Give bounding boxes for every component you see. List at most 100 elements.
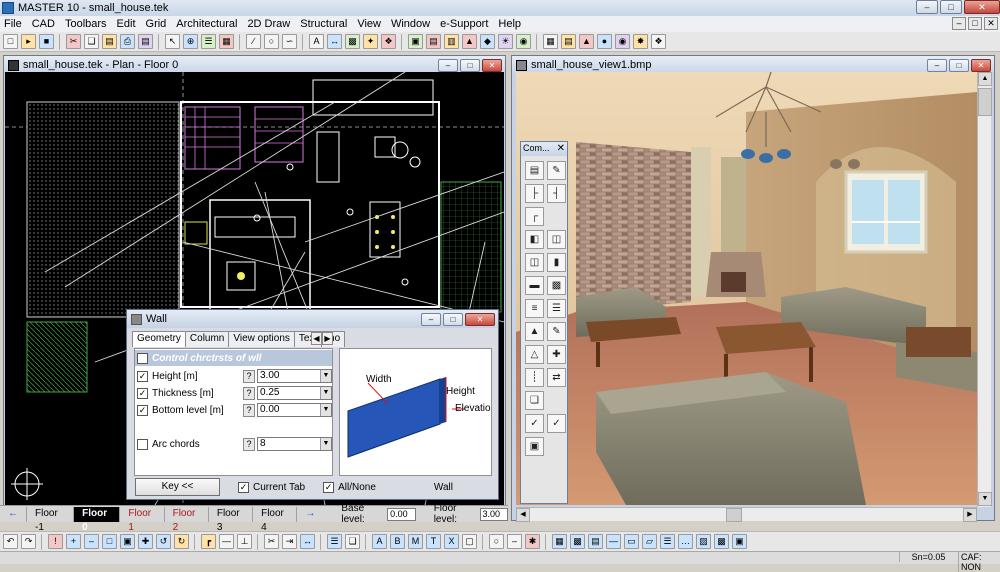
bottom-level-checkbox[interactable]: ✓ (137, 404, 148, 416)
print-icon[interactable]: ⎙ (120, 34, 135, 49)
sun-icon[interactable]: ✸ (633, 34, 648, 49)
minimize-button[interactable]: – (916, 0, 938, 14)
plan-view-icon[interactable]: ▣ (408, 34, 423, 49)
extend-icon[interactable]: ⇥ (282, 534, 297, 549)
chevron-down-icon[interactable]: ▼ (320, 387, 331, 399)
mdi-minimize-button[interactable]: – (952, 17, 966, 30)
menu-cad[interactable]: CAD (28, 18, 61, 30)
height-field[interactable]: 3.00 ▼ (257, 369, 332, 383)
snap-x-icon[interactable]: X (444, 534, 459, 549)
eyedropper-icon[interactable]: ✓ (525, 414, 544, 433)
menu-grid[interactable]: Grid (142, 18, 173, 30)
arc-chords-checkbox[interactable] (137, 438, 148, 450)
report-icon[interactable]: ▤ (561, 34, 576, 49)
grid-hatch-icon[interactable]: ▨ (696, 534, 711, 549)
wall-tool-icon[interactable]: ▤ (525, 161, 544, 180)
3d-view-icon[interactable]: ◆ (480, 34, 495, 49)
print-preview-icon[interactable]: ▤ (138, 34, 153, 49)
wall-close-button[interactable]: ✕ (465, 312, 495, 326)
arc-chords-field[interactable]: 8 ▼ (257, 437, 332, 451)
chevron-down-icon[interactable]: ▼ (320, 404, 331, 416)
grid-dash-icon[interactable]: — (606, 534, 621, 549)
hatch-icon[interactable]: ▩ (345, 34, 360, 49)
light-icon[interactable]: ◉ (615, 34, 630, 49)
all-none-checkbox[interactable]: ✓ (323, 481, 335, 493)
cut-icon[interactable]: ✂ (66, 34, 81, 49)
arc-chords-help-button[interactable]: ? (243, 437, 255, 451)
pan-icon[interactable]: ✚ (138, 534, 153, 549)
water-drop-icon[interactable]: ● (597, 34, 612, 49)
camera-icon[interactable]: ◉ (516, 34, 531, 49)
trim-icon[interactable]: ✂ (264, 534, 279, 549)
stop-icon[interactable]: ! (48, 534, 63, 549)
pencil-icon[interactable]: ✎ (547, 322, 566, 341)
snap-b-icon[interactable]: B (390, 534, 405, 549)
scroll-up-icon[interactable]: ▲ (978, 72, 992, 86)
grid-snap-icon[interactable]: ▩ (570, 534, 585, 549)
plan-minimize-button[interactable]: – (438, 58, 458, 72)
key-button[interactable]: Key << (135, 478, 220, 496)
render-icon[interactable]: ☀ (498, 34, 513, 49)
tab-floor-0[interactable]: Floor 0 (74, 506, 121, 533)
zoom-extents-icon[interactable]: ▣ (120, 534, 135, 549)
floor-scroll-left-icon[interactable]: ← (0, 506, 27, 522)
calculator-icon[interactable]: ▦ (543, 34, 558, 49)
bottom-level-help-button[interactable]: ? (243, 403, 255, 417)
grid-lines-icon[interactable]: ▤ (588, 534, 603, 549)
new-file-icon[interactable]: □ (3, 34, 18, 49)
zoom-previous-icon[interactable]: ↺ (156, 534, 171, 549)
grid-rect-icon[interactable]: ▭ (624, 534, 639, 549)
tab-floor-2[interactable]: Floor 2 (165, 506, 209, 533)
render-vertical-scrollbar[interactable]: ▲ ▼ (977, 72, 992, 507)
menu-help[interactable]: Help (494, 18, 527, 30)
opening-icon[interactable]: ◫ (525, 253, 544, 272)
thickness-checkbox[interactable]: ✓ (137, 387, 148, 399)
ortho-icon[interactable]: ┏ (201, 534, 216, 549)
text-icon[interactable]: A (309, 34, 324, 49)
symbol-icon[interactable]: ✦ (363, 34, 378, 49)
redo-icon[interactable]: ↷ (21, 534, 36, 549)
scroll-thumb[interactable] (978, 88, 992, 116)
elevation-icon[interactable]: ▥ (444, 34, 459, 49)
copy-icon[interactable]: ❏ (84, 34, 99, 49)
close-button[interactable]: ✕ (964, 0, 1000, 14)
chevron-down-icon[interactable]: ▼ (320, 438, 331, 450)
arc-icon[interactable]: ∽ (282, 34, 297, 49)
crosshair-icon[interactable]: ✱ (525, 534, 540, 549)
menu-window[interactable]: Window (387, 18, 436, 30)
render-horizontal-scrollbar[interactable]: ◀ ▶ (516, 507, 977, 522)
tools-icon[interactable]: ❖ (381, 34, 396, 49)
redraw-icon[interactable]: ↻ (174, 534, 189, 549)
menu-toolbars[interactable]: Toolbars (61, 18, 113, 30)
mouse-icon[interactable]: ○ (489, 534, 504, 549)
eyedropper-red-icon[interactable]: ✓ (547, 414, 566, 433)
column-icon[interactable]: ▮ (547, 253, 566, 272)
roof-edit-icon[interactable]: △ (525, 345, 544, 364)
stair-icon[interactable]: ≡ (525, 299, 544, 318)
open-folder-icon[interactable]: ▸ (21, 34, 36, 49)
grid-fill-icon[interactable]: ▩ (714, 534, 729, 549)
section-view-icon[interactable]: ▤ (426, 34, 441, 49)
height-help-button[interactable]: ? (243, 369, 255, 383)
menu-view[interactable]: View (353, 18, 387, 30)
save-icon[interactable]: ■ (39, 34, 54, 49)
scroll-down-icon[interactable]: ▼ (978, 492, 992, 506)
maximize-button[interactable]: □ (940, 0, 962, 14)
door-tool-icon[interactable]: ◧ (525, 230, 544, 249)
thickness-field[interactable]: 0.25 ▼ (257, 386, 332, 400)
snap-m-icon[interactable]: M (408, 534, 423, 549)
align-icon[interactable]: ⇄ (547, 368, 566, 387)
thickness-help-button[interactable]: ? (243, 386, 255, 400)
height-checkbox[interactable]: ✓ (137, 370, 148, 382)
options-icon[interactable]: ❖ (651, 34, 666, 49)
zoom-in-icon[interactable]: + (66, 534, 81, 549)
mdi-restore-button[interactable]: □ (968, 17, 982, 30)
zoom-window-icon[interactable]: □ (102, 534, 117, 549)
render-close-button[interactable]: ✕ (971, 58, 991, 72)
circle-icon[interactable]: ○ (264, 34, 279, 49)
paste-icon[interactable]: ▤ (102, 34, 117, 49)
minus-icon[interactable]: – (507, 534, 522, 549)
tab-floor-1[interactable]: Floor 1 (120, 506, 165, 533)
tab-scroll-right-icon[interactable]: ▶ (322, 332, 333, 345)
grid-box-icon[interactable]: ▣ (732, 534, 747, 549)
